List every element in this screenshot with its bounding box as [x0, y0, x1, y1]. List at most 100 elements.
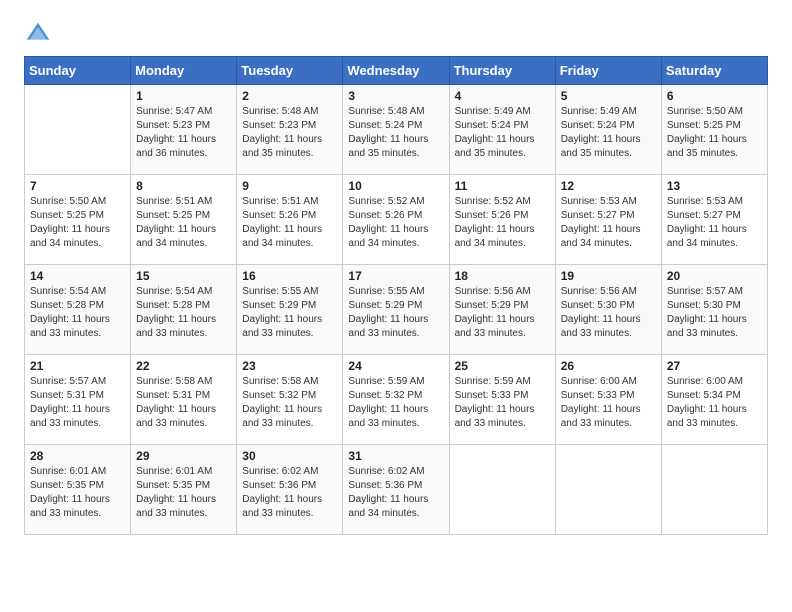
day-info: Sunrise: 5:53 AM Sunset: 5:27 PM Dayligh… — [561, 195, 656, 251]
day-info: Sunrise: 5:58 AM Sunset: 5:32 PM Dayligh… — [242, 375, 337, 431]
day-info: Sunrise: 5:56 AM Sunset: 5:30 PM Dayligh… — [561, 285, 656, 341]
day-info: Sunrise: 5:59 AM Sunset: 5:32 PM Dayligh… — [348, 375, 443, 431]
day-header-wednesday: Wednesday — [343, 57, 449, 85]
day-info: Sunrise: 5:53 AM Sunset: 5:27 PM Dayligh… — [667, 195, 762, 251]
calendar-cell: 14 Sunrise: 5:54 AM Sunset: 5:28 PM Dayli… — [25, 265, 131, 355]
calendar-cell: 10 Sunrise: 5:52 AM Sunset: 5:26 PM Dayli… — [343, 175, 449, 265]
logo-icon — [24, 20, 52, 48]
calendar-cell: 31 Sunrise: 6:02 AM Sunset: 5:36 PM Dayli… — [343, 445, 449, 535]
day-header-friday: Friday — [555, 57, 661, 85]
day-info: Sunrise: 5:51 AM Sunset: 5:25 PM Dayligh… — [136, 195, 231, 251]
calendar-cell: 27 Sunrise: 6:00 AM Sunset: 5:34 PM Dayli… — [661, 355, 767, 445]
calendar-cell: 15 Sunrise: 5:54 AM Sunset: 5:28 PM Dayli… — [131, 265, 237, 355]
calendar-cell: 7 Sunrise: 5:50 AM Sunset: 5:25 PM Daylig… — [25, 175, 131, 265]
day-number: 26 — [561, 359, 656, 373]
calendar-week-4: 21 Sunrise: 5:57 AM Sunset: 5:31 PM Dayli… — [25, 355, 768, 445]
calendar-cell: 1 Sunrise: 5:47 AM Sunset: 5:23 PM Daylig… — [131, 85, 237, 175]
calendar-cell: 12 Sunrise: 5:53 AM Sunset: 5:27 PM Dayli… — [555, 175, 661, 265]
day-number: 11 — [455, 179, 550, 193]
calendar-cell: 29Sunrise: 6:01 AM Sunset: 5:35 PM Dayli… — [131, 445, 237, 535]
day-number: 23 — [242, 359, 337, 373]
day-number: 2 — [242, 89, 337, 103]
calendar-cell — [25, 85, 131, 175]
day-info: Sunrise: 5:58 AM Sunset: 5:31 PM Dayligh… — [136, 375, 231, 431]
day-info: Sunrise: 5:56 AM Sunset: 5:29 PM Dayligh… — [455, 285, 550, 341]
day-info: Sunrise: 5:54 AM Sunset: 5:28 PM Dayligh… — [30, 285, 125, 341]
day-info: Sunrise: 5:49 AM Sunset: 5:24 PM Dayligh… — [561, 105, 656, 161]
day-number: 15 — [136, 269, 231, 283]
calendar-cell: 8 Sunrise: 5:51 AM Sunset: 5:25 PM Daylig… — [131, 175, 237, 265]
day-number: 6 — [667, 89, 762, 103]
day-info: Sunrise: 6:00 AM Sunset: 5:33 PM Dayligh… — [561, 375, 656, 431]
day-header-thursday: Thursday — [449, 57, 555, 85]
calendar-week-5: 28 Sunrise: 6:01 AM Sunset: 5:35 PM Dayli… — [25, 445, 768, 535]
day-number: 5 — [561, 89, 656, 103]
day-number: 7 — [30, 179, 125, 193]
day-info: Sunrise: 5:57 AM Sunset: 5:31 PM Dayligh… — [30, 375, 125, 431]
day-number: 17 — [348, 269, 443, 283]
calendar-cell: 28 Sunrise: 6:01 AM Sunset: 5:35 PM Dayli… — [25, 445, 131, 535]
day-number: 25 — [455, 359, 550, 373]
day-info: Sunrise: 5:50 AM Sunset: 5:25 PM Dayligh… — [30, 195, 125, 251]
day-info: Sunrise: 5:49 AM Sunset: 5:24 PM Dayligh… — [455, 105, 550, 161]
day-number: 8 — [136, 179, 231, 193]
day-info: Sunrise: 6:02 AM Sunset: 5:36 PM Dayligh… — [242, 465, 337, 521]
day-number: 31 — [348, 449, 443, 463]
day-number: 21 — [30, 359, 125, 373]
calendar-week-2: 7 Sunrise: 5:50 AM Sunset: 5:25 PM Daylig… — [25, 175, 768, 265]
calendar-cell: 9 Sunrise: 5:51 AM Sunset: 5:26 PM Daylig… — [237, 175, 343, 265]
calendar-table: SundayMondayTuesdayWednesdayThursdayFrid… — [24, 56, 768, 535]
calendar-cell: 11 Sunrise: 5:52 AM Sunset: 5:26 PM Dayli… — [449, 175, 555, 265]
calendar-cell: 30 Sunrise: 6:02 AM Sunset: 5:36 PM Dayli… — [237, 445, 343, 535]
logo — [24, 20, 56, 48]
day-number: 13 — [667, 179, 762, 193]
day-number: 18 — [455, 269, 550, 283]
day-info: Sunrise: 6:01 AM Sunset: 5:35 PM Dayligh… — [30, 465, 125, 521]
day-info: Sunrise: 5:52 AM Sunset: 5:26 PM Dayligh… — [348, 195, 443, 251]
day-number: 28 — [30, 449, 125, 463]
calendar-cell: 2 Sunrise: 5:48 AM Sunset: 5:23 PM Daylig… — [237, 85, 343, 175]
day-number: 3 — [348, 89, 443, 103]
calendar-week-3: 14 Sunrise: 5:54 AM Sunset: 5:28 PM Dayli… — [25, 265, 768, 355]
day-number: 22 — [136, 359, 231, 373]
day-header-monday: Monday — [131, 57, 237, 85]
day-info: Sunrise: 5:55 AM Sunset: 5:29 PM Dayligh… — [242, 285, 337, 341]
day-number: 14 — [30, 269, 125, 283]
calendar-cell: 4Sunrise: 5:49 AM Sunset: 5:24 PM Daylig… — [449, 85, 555, 175]
calendar-cell — [449, 445, 555, 535]
calendar-cell: 6Sunrise: 5:50 AM Sunset: 5:25 PM Daylig… — [661, 85, 767, 175]
day-header-saturday: Saturday — [661, 57, 767, 85]
day-info: Sunrise: 6:01 AM Sunset: 5:35 PM Dayligh… — [136, 465, 231, 521]
day-number: 1 — [136, 89, 231, 103]
calendar-cell: 25Sunrise: 5:59 AM Sunset: 5:33 PM Dayli… — [449, 355, 555, 445]
day-number: 16 — [242, 269, 337, 283]
calendar-cell: 18 Sunrise: 5:56 AM Sunset: 5:29 PM Dayli… — [449, 265, 555, 355]
day-info: Sunrise: 6:00 AM Sunset: 5:34 PM Dayligh… — [667, 375, 762, 431]
calendar-cell: 17Sunrise: 5:55 AM Sunset: 5:29 PM Dayli… — [343, 265, 449, 355]
day-number: 30 — [242, 449, 337, 463]
page-header — [24, 20, 768, 48]
calendar-cell: 22 Sunrise: 5:58 AM Sunset: 5:31 PM Dayli… — [131, 355, 237, 445]
calendar-cell: 26 Sunrise: 6:00 AM Sunset: 5:33 PM Dayli… — [555, 355, 661, 445]
calendar-cell: 13 Sunrise: 5:53 AM Sunset: 5:27 PM Dayli… — [661, 175, 767, 265]
day-number: 20 — [667, 269, 762, 283]
day-info: Sunrise: 5:51 AM Sunset: 5:26 PM Dayligh… — [242, 195, 337, 251]
day-number: 27 — [667, 359, 762, 373]
calendar-cell: 5 Sunrise: 5:49 AM Sunset: 5:24 PM Daylig… — [555, 85, 661, 175]
calendar-week-1: 1 Sunrise: 5:47 AM Sunset: 5:23 PM Daylig… — [25, 85, 768, 175]
calendar-cell: 16 Sunrise: 5:55 AM Sunset: 5:29 PM Dayli… — [237, 265, 343, 355]
calendar-cell: 21 Sunrise: 5:57 AM Sunset: 5:31 PM Dayli… — [25, 355, 131, 445]
day-info: Sunrise: 5:54 AM Sunset: 5:28 PM Dayligh… — [136, 285, 231, 341]
day-number: 9 — [242, 179, 337, 193]
day-info: Sunrise: 5:48 AM Sunset: 5:24 PM Dayligh… — [348, 105, 443, 161]
day-info: Sunrise: 6:02 AM Sunset: 5:36 PM Dayligh… — [348, 465, 443, 521]
calendar-cell — [661, 445, 767, 535]
day-number: 12 — [561, 179, 656, 193]
day-info: Sunrise: 5:52 AM Sunset: 5:26 PM Dayligh… — [455, 195, 550, 251]
calendar-cell: 19Sunrise: 5:56 AM Sunset: 5:30 PM Dayli… — [555, 265, 661, 355]
calendar-cell: 23 Sunrise: 5:58 AM Sunset: 5:32 PM Dayli… — [237, 355, 343, 445]
calendar-cell: 20Sunrise: 5:57 AM Sunset: 5:30 PM Dayli… — [661, 265, 767, 355]
day-number: 10 — [348, 179, 443, 193]
day-info: Sunrise: 5:47 AM Sunset: 5:23 PM Dayligh… — [136, 105, 231, 161]
day-info: Sunrise: 5:48 AM Sunset: 5:23 PM Dayligh… — [242, 105, 337, 161]
